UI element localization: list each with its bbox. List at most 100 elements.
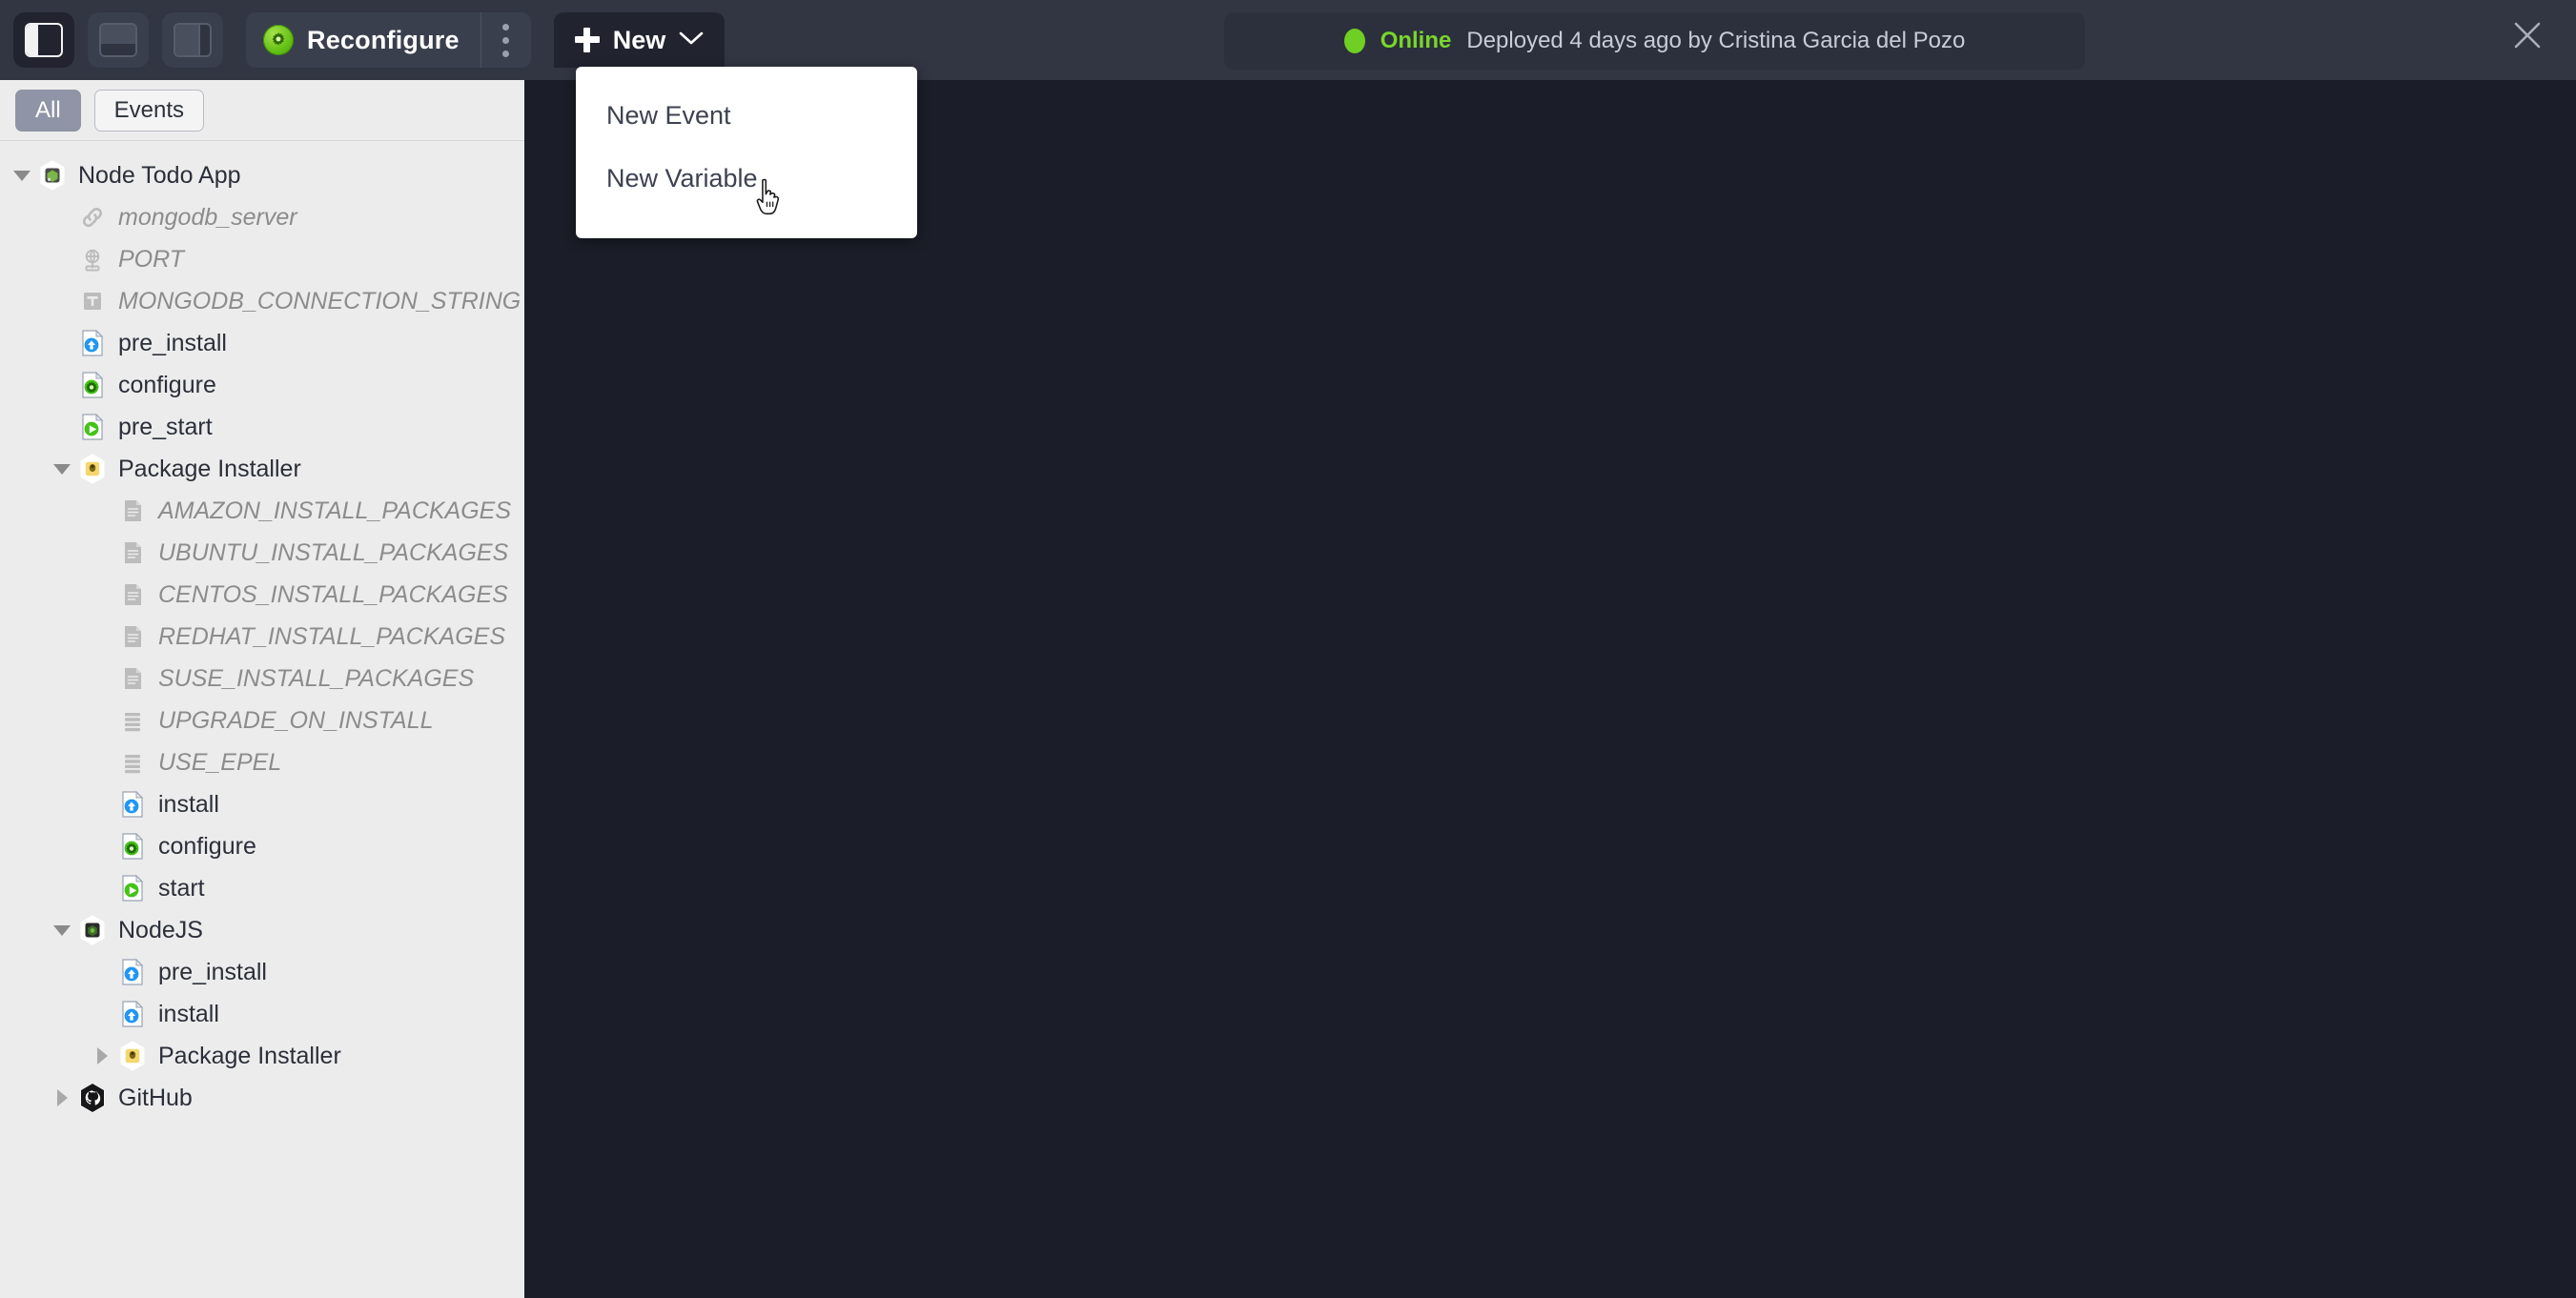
tree-item-label: configure	[118, 371, 216, 398]
document-icon	[116, 578, 149, 611]
link-icon	[76, 201, 109, 233]
reconfigure-more-button[interactable]	[480, 12, 531, 68]
tree-item-label: pre_start	[118, 413, 213, 440]
tree-item-label: install	[158, 790, 219, 818]
tree-item-amazon-install-packages[interactable]: AMAZON_INSTALL_PACKAGES	[0, 490, 524, 532]
list-lines-icon	[116, 704, 149, 737]
tree-item-pre-start[interactable]: pre_start	[0, 406, 524, 448]
tree-item-configure[interactable]: configure	[0, 364, 524, 406]
menu-item-new-event[interactable]: New Event	[576, 84, 917, 147]
document-icon	[116, 662, 149, 695]
tree-item-port[interactable]: PORT	[0, 238, 524, 280]
reconfigure-label: Reconfigure	[307, 25, 460, 54]
tree-item-start[interactable]: start	[0, 867, 524, 909]
tree-item-configure[interactable]: configure	[0, 825, 524, 867]
deployment-info-text: Deployed 4 days ago by Cristina Garcia d…	[1466, 28, 1966, 53]
chevron-right-icon[interactable]	[48, 1089, 76, 1106]
tree-item-package-installer[interactable]: Package Installer	[0, 1035, 524, 1077]
tree-item-label: Package Installer	[118, 455, 301, 482]
chevron-down-icon[interactable]	[48, 924, 76, 936]
tree-item-mongodb-server[interactable]: mongodb_server	[0, 196, 524, 238]
event-install-icon	[116, 956, 149, 988]
tree-item-label: install	[158, 1000, 219, 1027]
sidebar-filter-tabs: All Events	[0, 80, 524, 141]
github-hex-icon	[76, 1082, 109, 1114]
tab-events[interactable]: Events	[93, 89, 205, 132]
toggle-left-panel-button[interactable]	[13, 12, 74, 68]
chevron-down-icon[interactable]	[48, 463, 76, 475]
tree-item-label: configure	[158, 832, 256, 860]
panel-bottom-icon	[99, 23, 137, 57]
tree-item-label: SUSE_INSTALL_PACKAGES	[158, 664, 475, 692]
new-button[interactable]: New	[553, 12, 726, 68]
tree-item-label: Node Todo App	[78, 161, 241, 189]
deployment-status-pill: Online Deployed 4 days ago by Cristina G…	[1224, 12, 2085, 70]
tree-item-label: GitHub	[118, 1084, 193, 1111]
tree-item-use-epel[interactable]: USE_EPEL	[0, 741, 524, 783]
tree-item-label: CENTOS_INSTALL_PACKAGES	[158, 580, 508, 608]
tree-item-github[interactable]: GitHub	[0, 1077, 524, 1119]
network-globe-icon	[76, 243, 109, 275]
more-vertical-icon-dot	[502, 23, 510, 30]
tree-item-label: UPGRADE_ON_INSTALL	[158, 706, 434, 734]
event-install-icon	[116, 788, 149, 821]
tree-item-ubuntu-install-packages[interactable]: UBUNTU_INSTALL_PACKAGES	[0, 532, 524, 574]
tree-item-nodejs[interactable]: NodeJS	[0, 909, 524, 951]
tree-item-pre-install[interactable]: pre_install	[0, 322, 524, 364]
left-sidebar: All Events Node Todo App mongodb_server PO…	[0, 80, 524, 1298]
tree-item-label: Package Installer	[158, 1042, 341, 1069]
status-dot-online-icon	[1343, 29, 1365, 53]
reconfigure-button-group: Reconfigure	[246, 12, 531, 68]
status-badge: Online	[1380, 28, 1452, 53]
chevron-down-icon[interactable]	[8, 170, 36, 181]
tree-item-install[interactable]: install	[0, 993, 524, 1035]
application-window: Reconfigure New Online Deployed 4 days a…	[0, 0, 2576, 1298]
tree-item-pre-install[interactable]: pre_install	[0, 951, 524, 993]
panel-toggle-group	[13, 12, 223, 68]
tree-item-mongodb-connection-string[interactable]: MONGODB_CONNECTION_STRING	[0, 280, 524, 322]
tree-item-label: mongodb_server	[118, 203, 297, 231]
tree-item-redhat-install-packages[interactable]: REDHAT_INSTALL_PACKAGES	[0, 616, 524, 658]
more-vertical-icon-dot	[502, 36, 510, 44]
reconfigure-button[interactable]: Reconfigure	[246, 12, 480, 68]
tree-item-label: PORT	[118, 245, 184, 273]
document-icon	[116, 495, 149, 527]
tab-all[interactable]: All	[15, 89, 81, 132]
tree-item-package-installer[interactable]: Package Installer	[0, 448, 524, 490]
event-start-icon	[76, 411, 109, 443]
component-tree: Node Todo App mongodb_server PORT MONGODB_C…	[0, 141, 524, 1119]
menu-item-new-variable[interactable]: New Variable	[576, 147, 917, 210]
nodejs-hex-icon	[76, 914, 109, 946]
more-vertical-icon-dot	[502, 50, 510, 57]
tree-item-suse-install-packages[interactable]: SUSE_INSTALL_PACKAGES	[0, 658, 524, 700]
toggle-right-panel-button[interactable]	[162, 12, 223, 68]
toggle-bottom-panel-button[interactable]	[88, 12, 149, 68]
tree-item-label: AMAZON_INSTALL_PACKAGES	[158, 497, 512, 524]
tree-item-label: MONGODB_CONNECTION_STRING	[118, 287, 521, 314]
tree-item-label: pre_install	[158, 958, 267, 985]
list-lines-icon	[116, 746, 149, 779]
event-start-icon	[116, 872, 149, 904]
tree-item-upgrade-on-install[interactable]: UPGRADE_ON_INSTALL	[0, 700, 524, 741]
event-install-icon	[116, 998, 149, 1030]
tree-item-install[interactable]: install	[0, 783, 524, 825]
package-installer-hex-icon	[76, 453, 109, 485]
tree-item-label: USE_EPEL	[158, 748, 282, 776]
green-gear-icon	[263, 25, 294, 55]
close-button[interactable]	[2500, 8, 2555, 63]
tree-item-node-todo-app[interactable]: Node Todo App	[0, 154, 524, 196]
panel-left-icon	[25, 23, 63, 57]
chevron-right-icon[interactable]	[88, 1047, 116, 1065]
package-installer-hex-icon	[116, 1040, 149, 1072]
document-icon	[116, 537, 149, 569]
tree-item-centos-install-packages[interactable]: CENTOS_INSTALL_PACKAGES	[0, 574, 524, 616]
panel-right-icon	[174, 23, 212, 57]
tree-item-label: pre_install	[118, 329, 227, 356]
nodejs-app-hex-icon	[36, 159, 69, 192]
main-canvas[interactable]	[524, 80, 2576, 1298]
new-button-label: New	[612, 25, 666, 54]
tree-item-label: REDHAT_INSTALL_PACKAGES	[158, 622, 506, 650]
close-icon	[2514, 22, 2541, 49]
text-variable-icon	[76, 285, 109, 317]
new-dropdown-menu: New Event New Variable	[576, 67, 917, 238]
